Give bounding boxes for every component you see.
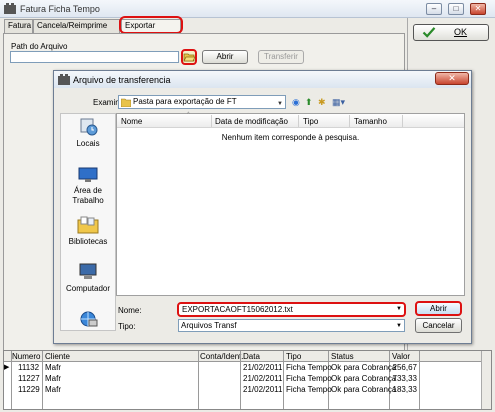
- app-icon: [4, 3, 16, 14]
- grid-divider: [283, 351, 284, 409]
- file-name-value: EXPORTACAOFT15062012.txt: [182, 305, 293, 314]
- checkmark-icon: [422, 27, 436, 38]
- grid-col-numero[interactable]: Numero: [12, 352, 40, 361]
- grid-cell-status[interactable]: Ok para Cobrança: [331, 385, 396, 395]
- chevron-down-icon: ▼: [277, 101, 283, 107]
- place-computador[interactable]: Computador: [60, 263, 116, 294]
- chevron-down-icon[interactable]: ▼: [396, 304, 402, 315]
- row-indicator-icon: ▶: [4, 364, 10, 371]
- place-label: Computador: [65, 284, 111, 293]
- grid-divider: [419, 351, 420, 409]
- grid-divider: [42, 351, 43, 409]
- recent-places-icon: [80, 118, 98, 136]
- network-icon: [80, 311, 98, 327]
- grid-col-cliente[interactable]: Cliente: [45, 352, 70, 361]
- column-divider: [211, 115, 212, 127]
- file-list-header: [117, 114, 464, 128]
- grid-cell-valor[interactable]: 256,67: [392, 363, 417, 373]
- lookin-select[interactable]: Pasta para exportação de FT ▼: [118, 95, 286, 109]
- column-divider: [298, 115, 299, 127]
- libraries-icon: [77, 216, 99, 234]
- grid-cell-tipo[interactable]: Ficha Tempo: [286, 385, 332, 395]
- place-label: Locais: [76, 139, 100, 148]
- new-folder-icon[interactable]: ✱: [318, 96, 326, 109]
- dialog-title-bar: Arquivo de transferencia: [54, 71, 471, 88]
- grid-cell-cliente[interactable]: Mafr: [45, 385, 61, 395]
- place-label: Área de Trabalho: [72, 186, 104, 205]
- chevron-down-icon: ▼: [396, 323, 402, 329]
- desktop-icon: [78, 167, 98, 182]
- column-nome[interactable]: Nome: [121, 117, 142, 126]
- grid-col-conta[interactable]: Conta/Ident.: [200, 352, 244, 361]
- sort-arrow-icon: ^: [187, 112, 190, 118]
- grid-cell-valor[interactable]: 733,33: [392, 374, 417, 384]
- place-area-de-trabalho[interactable]: Área de Trabalho: [60, 167, 116, 206]
- place-bibliotecas[interactable]: Bibliotecas: [60, 216, 116, 247]
- dialog-cancel-button[interactable]: Cancelar: [415, 318, 462, 333]
- dialog-title: Arquivo de transferencia: [73, 75, 171, 85]
- close-button[interactable]: ✕: [470, 3, 486, 15]
- maximize-button[interactable]: □: [448, 3, 464, 15]
- grid-cell-data[interactable]: 21/02/2011: [243, 363, 282, 373]
- file-name-label: Nome:: [118, 306, 142, 315]
- transfer-button[interactable]: Transferir: [258, 50, 304, 64]
- tab-cancela-reimprime[interactable]: Cancela/Reimprime Fatura: [33, 19, 120, 42]
- grid-col-data[interactable]: Data: [243, 352, 260, 361]
- grid-col-valor[interactable]: Valor: [392, 352, 410, 361]
- path-input[interactable]: [10, 51, 179, 63]
- dialog-open-button[interactable]: Abrir: [415, 301, 462, 316]
- grid-divider: [11, 351, 12, 409]
- column-tipo[interactable]: Tipo: [303, 117, 318, 126]
- grid-cell-tipo[interactable]: Ficha Tempo: [286, 374, 332, 384]
- grid-cell-cliente[interactable]: Mafr: [45, 374, 61, 384]
- ok-button[interactable]: OK: [413, 24, 489, 41]
- lookin-value: Pasta para exportação de FT: [133, 97, 237, 106]
- folder-open-icon: [183, 53, 195, 62]
- grid-divider: [198, 351, 199, 409]
- grid-cell-status[interactable]: Ok para Cobrança: [331, 363, 396, 373]
- grid-cell-cliente[interactable]: Mafr: [45, 363, 61, 373]
- grid-cell-tipo[interactable]: Ficha Tempo: [286, 363, 332, 373]
- file-name-input[interactable]: EXPORTACAOFT15062012.txt ▼: [177, 302, 406, 317]
- grid-col-tipo[interactable]: Tipo: [286, 352, 301, 361]
- browse-folder-button[interactable]: [181, 49, 197, 65]
- view-menu-icon[interactable]: ▦▾: [332, 96, 345, 109]
- dialog-app-icon: [58, 74, 70, 85]
- grid-cell-numero[interactable]: 11132: [18, 363, 39, 373]
- grid-cell-data[interactable]: 21/02/2011: [243, 385, 282, 395]
- tab-fatura[interactable]: Fatura: [4, 19, 33, 33]
- path-label: Path do Arquivo: [11, 42, 68, 51]
- column-tamanho[interactable]: Tamanho: [354, 117, 387, 126]
- grid-cell-status[interactable]: Ok para Cobrança: [331, 374, 396, 384]
- column-data-modificacao[interactable]: Data de modificação: [215, 117, 288, 126]
- folder-icon: [121, 98, 131, 107]
- back-icon[interactable]: ◉: [292, 96, 300, 109]
- grid-scrollbar[interactable]: [481, 351, 491, 409]
- column-divider: [349, 115, 350, 127]
- place-rede[interactable]: [60, 310, 116, 331]
- column-divider: [402, 115, 403, 127]
- minimize-button[interactable]: –: [426, 3, 442, 15]
- place-locais[interactable]: Locais: [60, 118, 116, 149]
- grid-cell-numero[interactable]: 11227: [18, 374, 40, 384]
- dialog-close-button[interactable]: ✕: [435, 72, 469, 85]
- grid-cell-data[interactable]: 21/02/2011: [243, 374, 282, 384]
- open-button[interactable]: Abrir: [202, 50, 248, 64]
- ok-label: OK: [454, 27, 468, 37]
- grid-col-status[interactable]: Status: [331, 352, 354, 361]
- main-title-bar: Fatura Ficha Tempo: [0, 0, 495, 18]
- empty-message: Nenhum item corresponde à pesquisa.: [221, 133, 360, 142]
- file-type-label: Tipo:: [118, 322, 136, 331]
- up-folder-icon[interactable]: ⬆: [305, 96, 313, 109]
- tab-highlight-marker: [119, 16, 183, 34]
- place-label: Bibliotecas: [68, 237, 108, 246]
- file-type-value: Arquivos Transf: [181, 321, 237, 330]
- computer-icon: [79, 263, 97, 279]
- grid-cell-valor[interactable]: 183,33: [392, 385, 417, 395]
- file-type-select[interactable]: Arquivos Transf ▼: [178, 319, 405, 332]
- grid-cell-numero[interactable]: 11229: [18, 385, 40, 395]
- window-title: Fatura Ficha Tempo: [20, 4, 100, 14]
- grid-divider: [240, 351, 241, 409]
